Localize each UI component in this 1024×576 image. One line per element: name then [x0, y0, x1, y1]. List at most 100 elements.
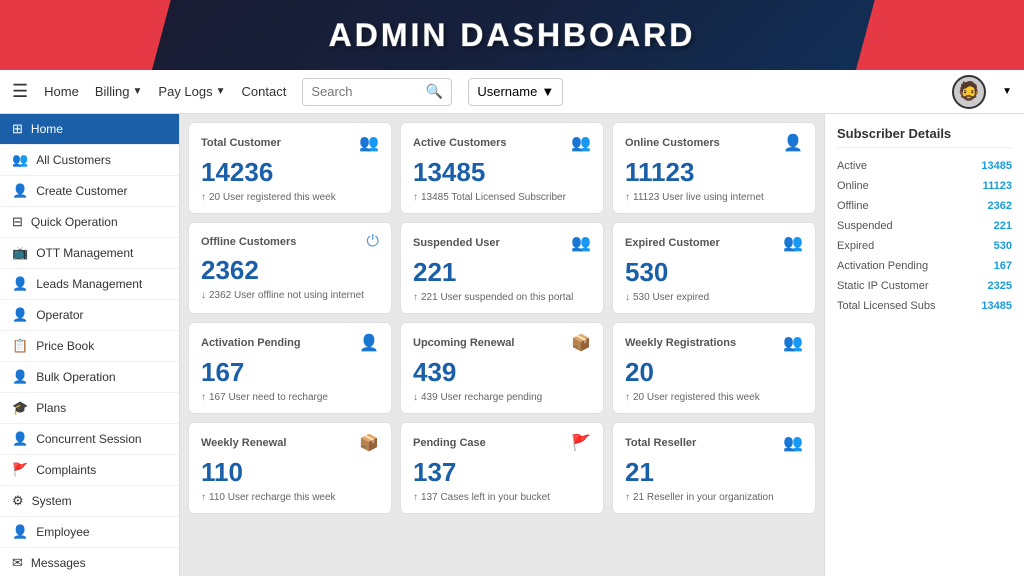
card-trend-icon-10: ↑ [413, 492, 418, 503]
nav-contact[interactable]: Contact [242, 84, 287, 99]
card-icon-6: 👤 [359, 333, 379, 353]
nav-billing[interactable]: Billing ▼ [95, 84, 143, 99]
sub-value-3: 221 [994, 220, 1012, 232]
stat-card-11: Total Reseller 👥 21 ↑ 21 Reseller in you… [612, 422, 816, 514]
sub-value-1: 11123 [983, 180, 1012, 192]
card-header-8: Weekly Registrations 👥 [625, 333, 803, 353]
sidebar-icon-quick-operation: ⊟ [12, 214, 23, 230]
subscriber-row-1: Online 11123 [837, 180, 1012, 192]
sidebar-label-system: System [32, 494, 72, 508]
sidebar-icon-operator: 👤 [12, 307, 28, 323]
subscriber-row-5: Activation Pending 167 [837, 260, 1012, 272]
sidebar-icon-complaints: 🚩 [12, 462, 28, 478]
sidebar-label-all-customers: All Customers [36, 153, 111, 167]
sidebar-item-home[interactable]: ⊞Home [0, 114, 179, 145]
card-trend-icon-6: ↑ [201, 392, 206, 403]
card-header-0: Total Customer 👥 [201, 133, 379, 153]
card-trend-icon-1: ↑ [413, 192, 418, 203]
card-icon-8: 👥 [783, 333, 803, 353]
card-header-2: Online Customers 👤 [625, 133, 803, 153]
sidebar-label-complaints: Complaints [36, 463, 96, 477]
card-title-7: Upcoming Renewal [413, 337, 514, 349]
card-title-11: Total Reseller [625, 437, 696, 449]
card-header-4: Suspended User 👥 [413, 233, 591, 253]
card-trend-icon-9: ↑ [201, 492, 206, 503]
sidebar-item-system[interactable]: ⚙System [0, 486, 179, 517]
sidebar-item-complaints[interactable]: 🚩 Complaints [0, 455, 179, 486]
subscriber-row-0: Active 13485 [837, 160, 1012, 172]
sidebar-item-concurrent-session[interactable]: 👤Concurrent Session [0, 424, 179, 455]
sidebar-item-bulk-operation[interactable]: 👤 Bulk Operation [0, 362, 179, 393]
card-icon-5: 👥 [783, 233, 803, 253]
dashboard-content: Total Customer 👥 14236 ↑ 20 User registe… [180, 114, 824, 576]
stat-card-0: Total Customer 👥 14236 ↑ 20 User registe… [188, 122, 392, 214]
card-header-11: Total Reseller 👥 [625, 433, 803, 453]
card-icon-11: 👥 [783, 433, 803, 453]
card-trend-icon-3: ↓ [201, 290, 206, 301]
sidebar-item-create-customer[interactable]: 👤Create Customer [0, 176, 179, 207]
subscriber-row-3: Suspended 221 [837, 220, 1012, 232]
card-icon-2: 👤 [783, 133, 803, 153]
sidebar-item-operator[interactable]: 👤 Operator [0, 300, 179, 331]
card-subtitle-10: ↑ 137 Cases left in your bucket [413, 492, 591, 503]
sidebar-item-all-customers[interactable]: 👥All Customers [0, 145, 179, 176]
card-header-10: Pending Case 🚩 [413, 433, 591, 453]
sub-label-5: Activation Pending [837, 260, 928, 272]
stat-card-6: Activation Pending 👤 167 ↑ 167 User need… [188, 322, 392, 414]
sub-value-7: 13485 [981, 300, 1012, 312]
search-box[interactable]: 🔍 [302, 78, 452, 106]
subscriber-row-4: Expired 530 [837, 240, 1012, 252]
stat-card-10: Pending Case 🚩 137 ↑ 137 Cases left in y… [400, 422, 604, 514]
sub-label-3: Suspended [837, 220, 893, 232]
sidebar-label-operator: Operator [36, 308, 83, 322]
card-title-6: Activation Pending [201, 337, 301, 349]
search-icon: 🔍 [426, 83, 443, 100]
stat-card-3: Offline Customers ⏻ 2362 ↓ 2362 User off… [188, 222, 392, 314]
sidebar-label-bulk-operation: Bulk Operation [36, 370, 115, 384]
card-title-10: Pending Case [413, 437, 486, 449]
stat-card-7: Upcoming Renewal 📦 439 ↓ 439 User rechar… [400, 322, 604, 414]
sidebar-item-leads-management[interactable]: 👤Leads Management [0, 269, 179, 300]
card-value-5: 530 [625, 257, 803, 288]
sidebar-label-home: Home [31, 122, 63, 136]
sidebar-label-quick-operation: Quick Operation [31, 215, 118, 229]
page-title: Admin Dashboard [329, 17, 696, 54]
sub-label-0: Active [837, 160, 867, 172]
sidebar-icon-bulk-operation: 👤 [12, 369, 28, 385]
sub-value-5: 167 [994, 260, 1012, 272]
sidebar-item-quick-operation[interactable]: ⊟ Quick Operation [0, 207, 179, 238]
card-value-6: 167 [201, 357, 379, 388]
sidebar-item-employee[interactable]: 👤Employee [0, 517, 179, 548]
nav-paylogs[interactable]: Pay Logs ▼ [158, 84, 225, 99]
card-trend-icon-8: ↑ [625, 392, 630, 403]
card-value-9: 110 [201, 457, 379, 488]
cards-grid: Total Customer 👥 14236 ↑ 20 User registe… [188, 122, 816, 514]
sidebar-item-price-book[interactable]: 📋Price Book [0, 331, 179, 362]
card-title-8: Weekly Registrations [625, 337, 736, 349]
sidebar-item-ott-management[interactable]: 📺OTT Management [0, 238, 179, 269]
avatar-dropdown-icon: ▼ [1002, 86, 1012, 97]
navbar: ☰ Home Billing ▼ Pay Logs ▼ Contact 🔍 Us… [0, 70, 1024, 114]
sidebar-item-messages[interactable]: ✉Messages [0, 548, 179, 576]
card-subtitle-9: ↑ 110 User recharge this week [201, 492, 379, 503]
sidebar-label-leads-management: Leads Management [36, 277, 142, 291]
card-subtitle-1: ↑ 13485 Total Licensed Subscriber [413, 192, 591, 203]
card-icon-10: 🚩 [571, 433, 591, 453]
avatar[interactable]: 🧔 [952, 75, 986, 109]
card-title-0: Total Customer [201, 137, 281, 149]
stat-card-9: Weekly Renewal 📦 110 ↑ 110 User recharge… [188, 422, 392, 514]
nav-home[interactable]: Home [44, 84, 79, 99]
paylogs-dropdown-icon: ▼ [216, 86, 226, 97]
hamburger-icon[interactable]: ☰ [12, 81, 28, 102]
username-dropdown[interactable]: Username ▼ [468, 78, 563, 106]
sidebar-item-plans[interactable]: 🎓Plans [0, 393, 179, 424]
card-title-5: Expired Customer [625, 237, 720, 249]
username-label: Username [477, 84, 537, 99]
sidebar-icon-create-customer: 👤 [12, 183, 28, 199]
sidebar-icon-concurrent-session: 👤 [12, 431, 28, 447]
sub-value-0: 13485 [981, 160, 1012, 172]
sidebar-label-price-book: Price Book [36, 339, 94, 353]
card-value-8: 20 [625, 357, 803, 388]
subscriber-row-2: Offline 2362 [837, 200, 1012, 212]
search-input[interactable] [311, 84, 422, 99]
